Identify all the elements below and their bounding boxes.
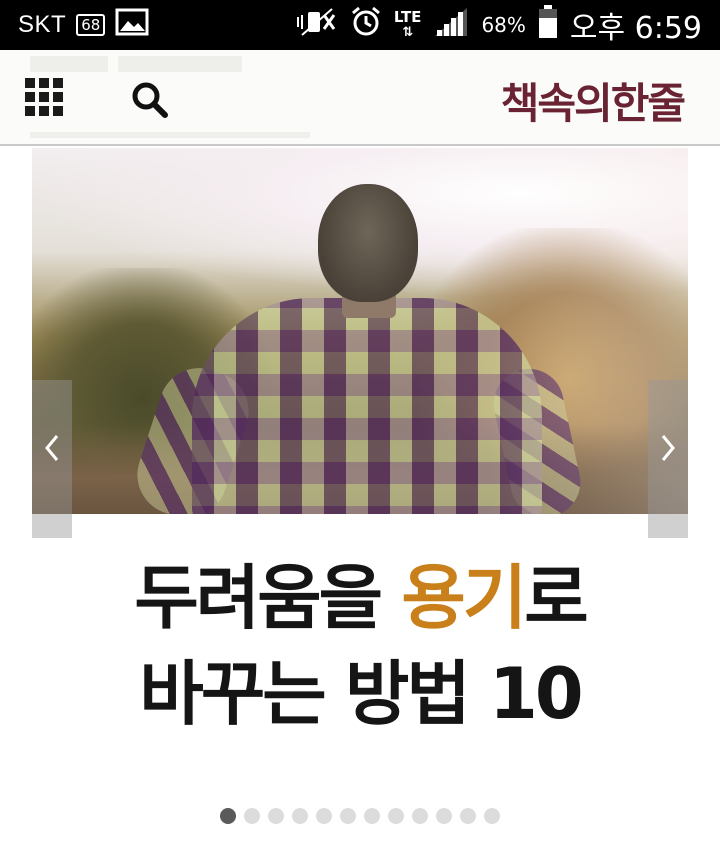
carousel-prev-button[interactable]	[32, 380, 72, 538]
pagination-dot[interactable]	[316, 808, 332, 824]
status-right: LTE ⇅ 68% 오후 6:59	[294, 3, 702, 47]
gallery-icon	[115, 8, 149, 42]
clock: 오후 6:59	[569, 11, 702, 46]
pagination-dot[interactable]	[292, 808, 308, 824]
chevron-right-icon	[658, 432, 678, 468]
app-header: 책속의한줄	[0, 50, 720, 146]
carrier-name: SKT	[18, 11, 67, 38]
battery-icon	[538, 5, 558, 45]
status-bar: SKT 68 LTE ⇅ 68% 오후 6:59	[0, 0, 720, 50]
ghost-tab	[30, 56, 108, 72]
status-left: SKT 68	[18, 8, 149, 42]
pagination-dot[interactable]	[220, 808, 236, 824]
grid-menu-button[interactable]	[25, 78, 65, 118]
carousel-next-button[interactable]	[648, 380, 688, 538]
search-icon	[132, 82, 168, 118]
pagination-dot[interactable]	[388, 808, 404, 824]
chevron-left-icon	[42, 432, 62, 468]
ghost-tab-strip	[30, 56, 242, 72]
title-text: 두려움을	[134, 557, 402, 639]
pagination-dot[interactable]	[268, 808, 284, 824]
slide-title-line-1: 두려움을 용기로	[0, 556, 720, 640]
alarm-icon	[350, 6, 382, 44]
pagination-dot[interactable]	[340, 808, 356, 824]
pagination-dot[interactable]	[412, 808, 428, 824]
lte-icon: LTE ⇅	[393, 8, 422, 40]
title-accent-text: 용기	[401, 557, 527, 639]
hero-image[interactable]	[32, 148, 688, 514]
message-icon: 68	[76, 14, 106, 36]
battery-percent: 68%	[481, 13, 526, 37]
ghost-divider	[30, 132, 310, 138]
carousel-pagination	[0, 808, 720, 824]
network-type: LTE	[393, 8, 422, 26]
pagination-dot[interactable]	[484, 808, 500, 824]
ghost-tab	[118, 56, 242, 72]
pagination-dot[interactable]	[244, 808, 260, 824]
slide-title[interactable]: 두려움을 용기로 바꾸는 방법 10	[0, 556, 720, 736]
brand-logo[interactable]: 책속의한줄	[501, 70, 686, 131]
mute-icon	[294, 7, 338, 43]
signal-icon	[433, 6, 469, 44]
pagination-dot[interactable]	[364, 808, 380, 824]
pagination-dot[interactable]	[460, 808, 476, 824]
pagination-dot[interactable]	[436, 808, 452, 824]
title-text: 로	[524, 557, 588, 639]
slide-title-line-2: 바꾸는 방법 10	[139, 653, 583, 735]
search-button[interactable]	[130, 80, 170, 120]
hero-carousel	[32, 148, 688, 538]
